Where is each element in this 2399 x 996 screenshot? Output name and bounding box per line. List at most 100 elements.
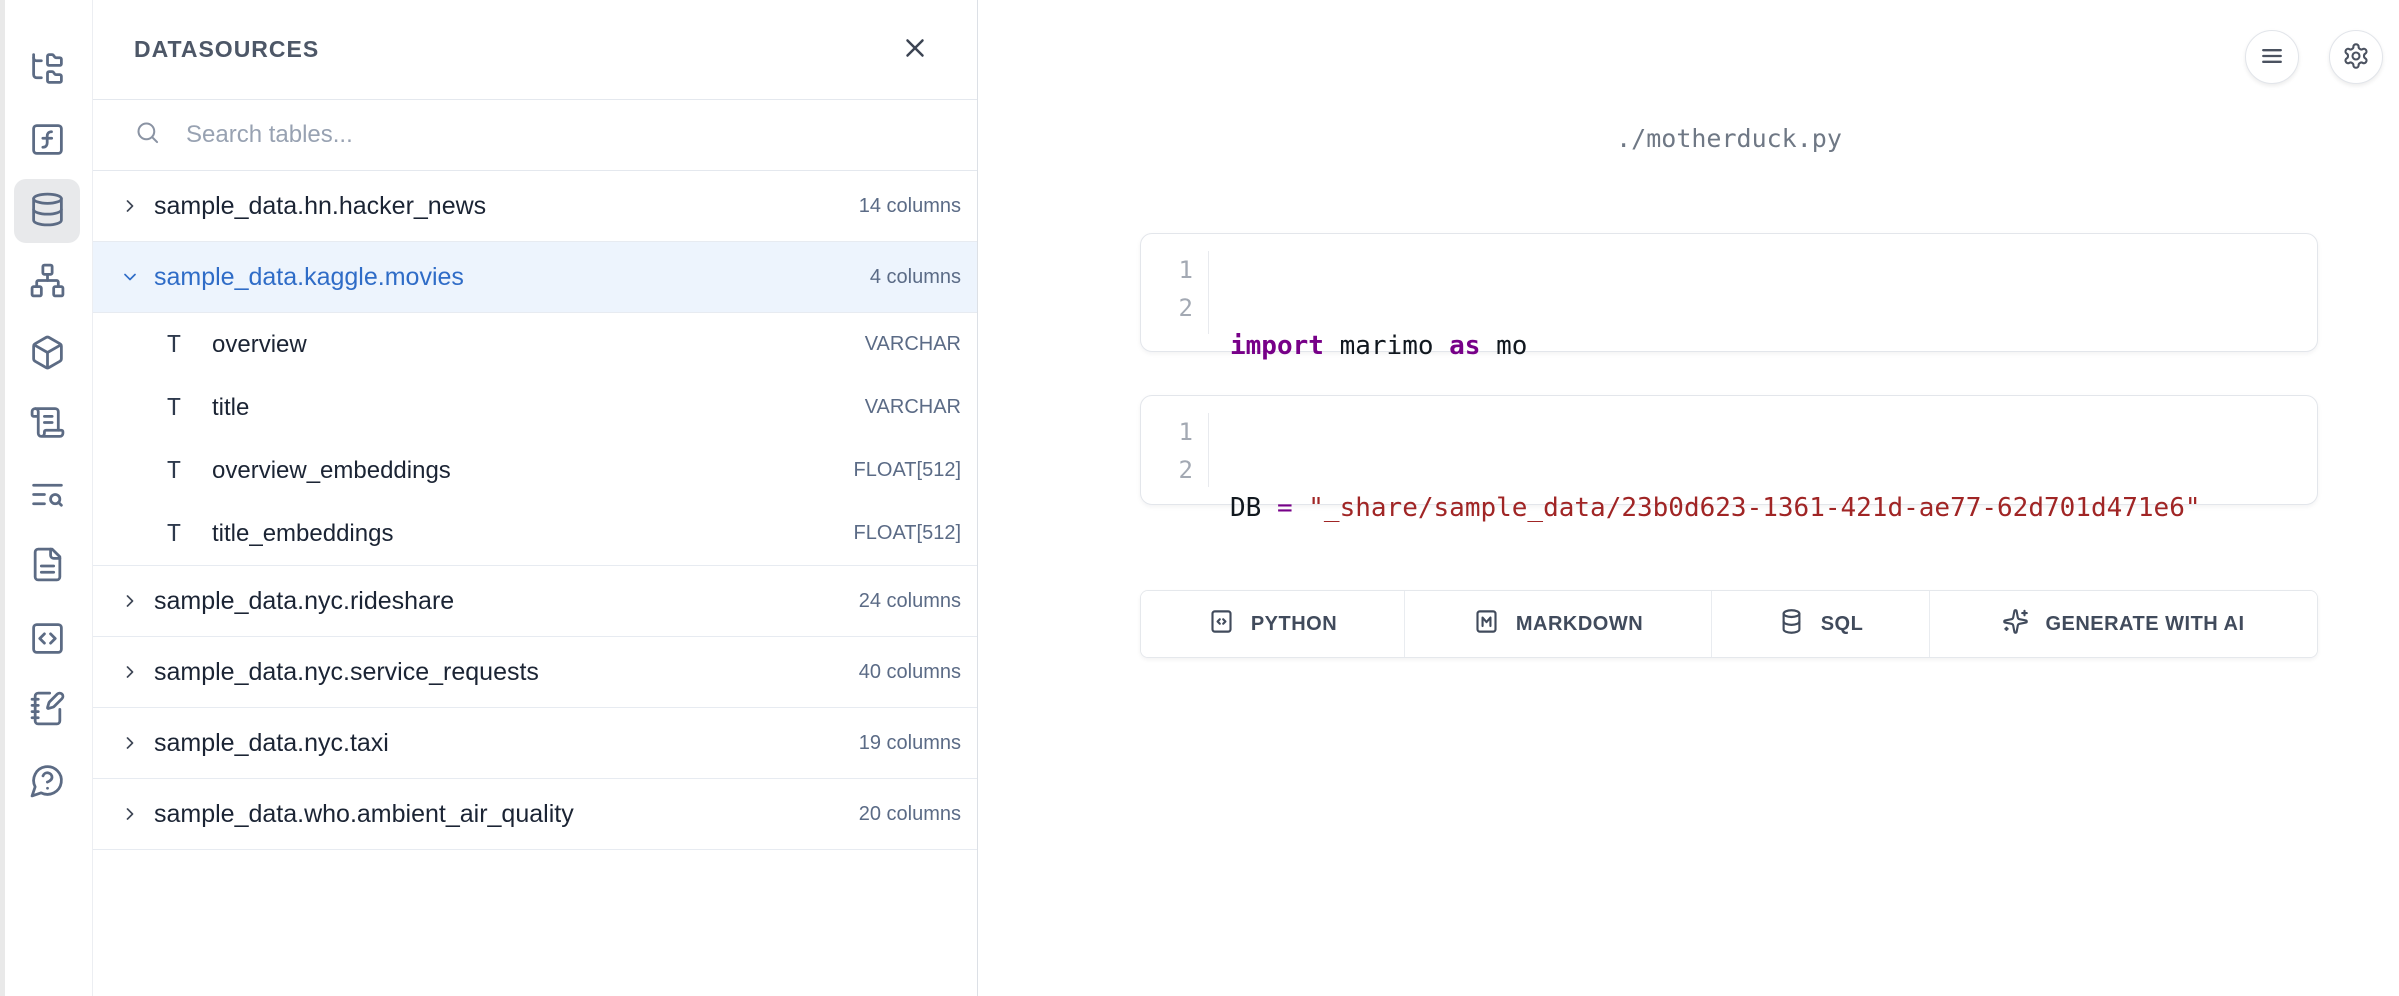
close-icon	[900, 33, 930, 66]
column-name: title	[212, 394, 865, 422]
list-search-icon	[29, 476, 66, 516]
code-cell-attach-db[interactable]: 1 2 DB = "_share/sample_data/23b0d623-13…	[1140, 395, 2318, 505]
code-square-icon	[1208, 608, 1235, 641]
kaggle-movies-columns: T overview VARCHAR T title VARCHAR T ove…	[93, 313, 977, 566]
code-token: marimo	[1324, 331, 1449, 361]
text-type-icon: T	[167, 458, 191, 484]
database-icon	[29, 191, 66, 231]
table-name: sample_data.kaggle.movies	[154, 263, 870, 292]
line-number: 2	[1141, 451, 1193, 489]
notebook-pen-icon	[29, 690, 66, 730]
table-column-count: 20 columns	[859, 803, 961, 826]
table-name: sample_data.nyc.rideshare	[154, 587, 859, 616]
close-panel-button[interactable]	[893, 28, 937, 72]
line-number: 2	[1141, 289, 1193, 327]
table-name: sample_data.nyc.service_requests	[154, 658, 859, 687]
chevron-right-icon	[120, 733, 140, 753]
add-button-label: SQL	[1821, 613, 1864, 636]
line-number: 1	[1141, 413, 1193, 451]
logs-button[interactable]	[14, 392, 80, 456]
tracebacks-button[interactable]	[14, 464, 80, 528]
table-column-count: 4 columns	[870, 266, 961, 289]
code-line: import marimo as mo	[1230, 327, 2317, 365]
chevron-right-icon	[120, 196, 140, 216]
datasources-button[interactable]	[14, 179, 80, 243]
chevron-right-icon	[120, 591, 140, 611]
documentation-button[interactable]	[14, 534, 80, 598]
package-icon	[29, 334, 66, 374]
column-type: VARCHAR	[865, 396, 961, 419]
add-button-label: GENERATE WITH AI	[2045, 613, 2244, 636]
database-icon	[1778, 608, 1805, 641]
code-line: DB = "_share/sample_data/23b0d623-1361-4…	[1230, 489, 2317, 527]
help-chat-icon	[29, 762, 66, 802]
code-token: DB	[1230, 493, 1277, 523]
column-row-title[interactable]: T title VARCHAR	[93, 376, 977, 439]
left-icon-rail	[5, 0, 92, 996]
chevron-right-icon	[120, 662, 140, 682]
text-type-icon: T	[167, 521, 191, 547]
add-markdown-cell-button[interactable]: MARKDOWN	[1405, 591, 1712, 657]
search-icon	[134, 119, 161, 151]
code-square-icon	[29, 620, 66, 660]
column-row-title-embeddings[interactable]: T title_embeddings FLOAT[512]	[93, 502, 977, 565]
table-column-count: 14 columns	[859, 195, 961, 218]
markdown-square-icon	[1473, 608, 1500, 641]
generate-with-ai-button[interactable]: GENERATE WITH AI	[1930, 591, 2317, 657]
line-number-gutter: 1 2	[1141, 413, 1209, 487]
table-name: sample_data.who.ambient_air_quality	[154, 800, 859, 829]
table-name: sample_data.nyc.taxi	[154, 729, 859, 758]
table-row-service-requests[interactable]: sample_data.nyc.service_requests 40 colu…	[93, 637, 977, 708]
code-token: mo	[1480, 331, 1527, 361]
column-type: FLOAT[512]	[854, 459, 961, 482]
add-sql-cell-button[interactable]: SQL	[1712, 591, 1930, 657]
settings-button[interactable]	[2329, 30, 2383, 84]
help-button[interactable]	[14, 750, 80, 814]
packages-button[interactable]	[14, 322, 80, 386]
search-tables-input[interactable]	[186, 121, 786, 149]
code-editor[interactable]: import marimo as mo import duckdb	[1209, 251, 2317, 334]
table-name: sample_data.hn.hacker_news	[154, 192, 859, 221]
line-number: 1	[1141, 251, 1193, 289]
notebook-menu-button[interactable]	[2245, 30, 2299, 84]
table-row-ambient-air-quality[interactable]: sample_data.who.ambient_air_quality 20 c…	[93, 779, 977, 850]
code-editor[interactable]: DB = "_share/sample_data/23b0d623-1361-4…	[1209, 413, 2317, 487]
code-token	[1293, 493, 1309, 523]
table-row-kaggle-movies[interactable]: sample_data.kaggle.movies 4 columns	[93, 242, 977, 313]
snippets-button[interactable]	[14, 608, 80, 672]
text-type-icon: T	[167, 395, 191, 421]
line-number-gutter: 1 2	[1141, 251, 1209, 334]
datasources-panel: DATASOURCES sample_data.hn.hacker_news 1…	[92, 0, 978, 996]
table-column-count: 40 columns	[859, 661, 961, 684]
add-cell-bar: PYTHON MARKDOWN SQL GENERATE WITH AI	[1140, 590, 2318, 658]
table-row-hacker-news[interactable]: sample_data.hn.hacker_news 14 columns	[93, 171, 977, 242]
column-row-overview[interactable]: T overview VARCHAR	[93, 313, 977, 376]
menu-icon	[2258, 42, 2286, 73]
column-type: FLOAT[512]	[854, 522, 961, 545]
panel-header: DATASOURCES	[93, 0, 977, 100]
code-token: "_share/sample_data/23b0d623-1361-421d-a…	[1308, 493, 2200, 523]
chevron-right-icon	[120, 804, 140, 824]
scratchpad-button[interactable]	[14, 678, 80, 742]
column-row-overview-embeddings[interactable]: T overview_embeddings FLOAT[512]	[93, 439, 977, 502]
text-type-icon: T	[167, 332, 191, 358]
table-row-rideshare[interactable]: sample_data.nyc.rideshare 24 columns	[93, 566, 977, 637]
column-name: overview_embeddings	[212, 457, 854, 485]
table-column-count: 24 columns	[859, 590, 961, 613]
code-cell-imports[interactable]: 1 2 import marimo as mo import duckdb	[1140, 233, 2318, 352]
functions-button[interactable]	[14, 109, 80, 173]
code-token: as	[1449, 331, 1480, 361]
gear-icon	[2342, 42, 2370, 73]
add-python-cell-button[interactable]: PYTHON	[1141, 591, 1405, 657]
chevron-down-icon	[120, 267, 140, 287]
folder-tree-icon	[29, 50, 66, 90]
table-row-taxi[interactable]: sample_data.nyc.taxi 19 columns	[93, 708, 977, 779]
notebook-filename: ./motherduck.py	[1140, 124, 2318, 153]
dependencies-button[interactable]	[14, 250, 80, 314]
file-explorer-button[interactable]	[14, 38, 80, 102]
add-button-label: PYTHON	[1251, 613, 1337, 636]
table-column-count: 19 columns	[859, 732, 961, 755]
logs-scroll-icon	[29, 404, 66, 444]
add-button-label: MARKDOWN	[1516, 613, 1643, 636]
column-type: VARCHAR	[865, 333, 961, 356]
